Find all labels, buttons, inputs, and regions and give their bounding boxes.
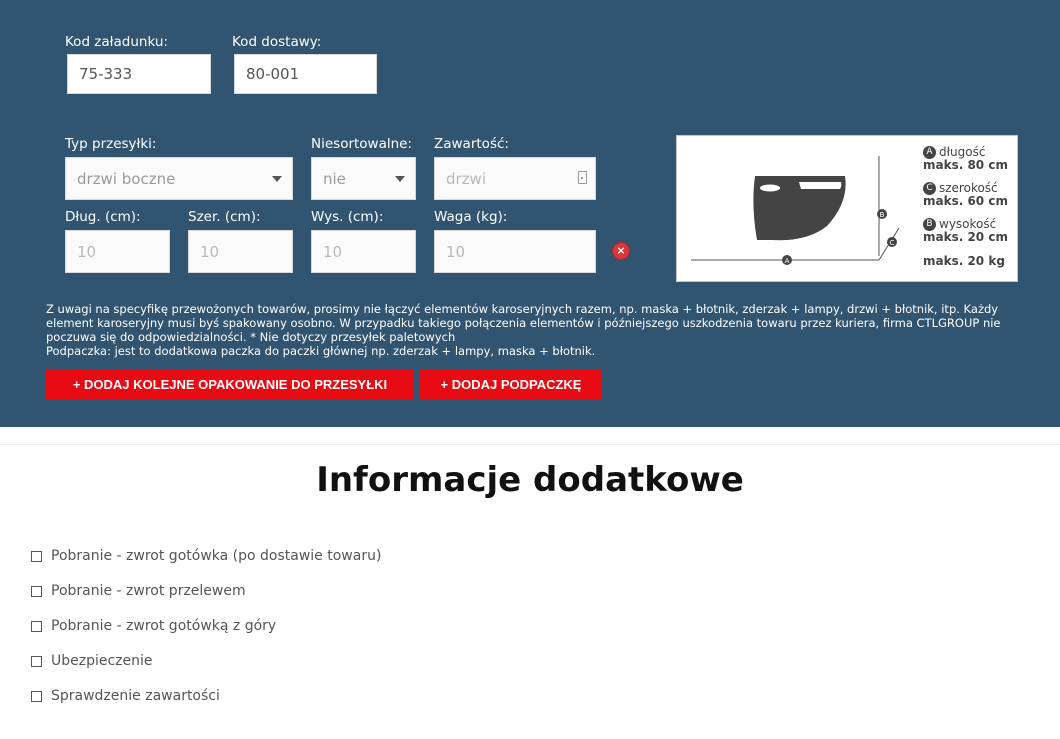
- shipment-type-label: Typ przesyłki:: [65, 136, 157, 152]
- option-label: Pobranie - zwrot gotówką z góry: [51, 618, 277, 634]
- notice-text: Z uwagi na specyfikę przewożonych towaró…: [46, 302, 1001, 344]
- shipment-type-value: drzwi boczne: [77, 169, 176, 188]
- option-label: Sprawdzenie zawartości: [51, 688, 220, 704]
- option-label: Ubezpieczenie: [51, 653, 153, 669]
- unsorted-select[interactable]: nie: [311, 157, 416, 200]
- load-code-input[interactable]: 75-333: [67, 54, 211, 94]
- packaging-notice: Z uwagi na specyfikę przewożonych towaró…: [46, 302, 1006, 358]
- weight-label: Waga (kg):: [434, 209, 508, 225]
- height-input[interactable]: 10: [311, 230, 416, 273]
- option-label: Pobranie - zwrot przelewem: [51, 583, 246, 599]
- svg-text:A: A: [785, 257, 790, 265]
- option-insurance[interactable]: Ubezpieczenie: [31, 652, 153, 670]
- subpackage-note: Podpaczka: jest to dodatkowa paczka do p…: [46, 344, 596, 358]
- option-cod-upfront[interactable]: Pobranie - zwrot gotówką z góry: [31, 617, 276, 635]
- add-package-button[interactable]: + DODAJ KOLEJNE OPAKOWANIE DO PRZESYŁKI: [46, 369, 414, 399]
- chevron-down-icon: [272, 176, 282, 182]
- width-max: maks. 60 cm: [923, 194, 1008, 208]
- option-cod-transfer[interactable]: Pobranie - zwrot przelewem: [31, 582, 246, 600]
- weight-input[interactable]: 10: [434, 230, 596, 273]
- length-max: maks. 80 cm: [923, 158, 1008, 172]
- delivery-code-label: Kod dostawy:: [232, 34, 322, 50]
- clipboard-icon: [578, 171, 587, 184]
- shipment-panel: Kod załadunku: 75-333 Kod dostawy: 80-00…: [0, 0, 1060, 427]
- width-input[interactable]: 10: [188, 230, 293, 273]
- length-label: Dług. (cm):: [65, 209, 141, 225]
- checkbox[interactable]: [31, 620, 42, 632]
- add-subpackage-button[interactable]: + DODAJ PODPACZKĘ: [420, 369, 602, 399]
- section-divider: [0, 444, 1060, 445]
- checkbox[interactable]: [31, 550, 42, 562]
- extras-title: Informacje dodatkowe: [316, 460, 744, 500]
- chevron-down-icon: [395, 176, 405, 182]
- width-label: Szer. (cm):: [188, 209, 261, 225]
- checkbox[interactable]: [31, 690, 42, 702]
- unsorted-value: nie: [323, 169, 346, 188]
- contents-placeholder: drzwi: [446, 169, 486, 188]
- dimensions-diagram: A B C A długość maks. 80 cm C szerokość …: [676, 135, 1018, 282]
- unsorted-label: Niesortowalne:: [311, 136, 413, 152]
- load-code-label: Kod załadunku:: [65, 34, 168, 50]
- legend: A długość maks. 80 cm C szerokość maks. …: [923, 146, 1008, 268]
- height-label: Wys. (cm):: [311, 209, 384, 225]
- length-input[interactable]: 10: [65, 230, 170, 273]
- remove-package-icon[interactable]: ×: [612, 242, 630, 260]
- weight-max: maks. 20 kg: [923, 254, 1005, 268]
- option-label: Pobranie - zwrot gotówka (po dostawie to…: [51, 548, 382, 564]
- svg-text:B: B: [880, 211, 885, 219]
- contents-input[interactable]: drzwi: [434, 157, 596, 200]
- option-content-check[interactable]: Sprawdzenie zawartości: [31, 687, 220, 705]
- option-cod-cash[interactable]: Pobranie - zwrot gotówka (po dostawie to…: [31, 547, 381, 565]
- svg-text:C: C: [890, 239, 895, 247]
- shipment-type-select[interactable]: drzwi boczne: [65, 157, 293, 200]
- delivery-code-input[interactable]: 80-001: [234, 54, 377, 94]
- height-max: maks. 20 cm: [923, 230, 1008, 244]
- contents-label: Zawartość:: [434, 136, 509, 152]
- checkbox[interactable]: [31, 655, 42, 667]
- checkbox[interactable]: [31, 585, 42, 597]
